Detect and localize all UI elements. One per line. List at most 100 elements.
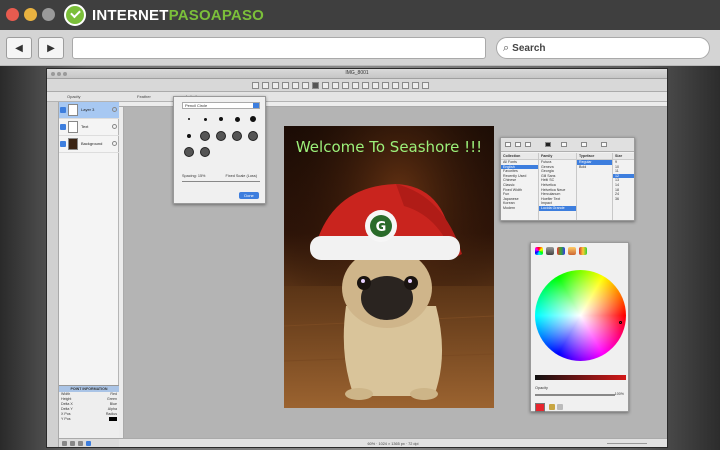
zoom-slider[interactable] <box>607 443 647 444</box>
brush-item[interactable] <box>214 112 228 126</box>
color-wheel-cursor[interactable] <box>619 321 622 324</box>
eraser-tool-icon[interactable] <box>332 82 339 89</box>
font-action-icon[interactable] <box>601 142 607 147</box>
clone-tool-icon[interactable] <box>372 82 379 89</box>
layer-eye-icon[interactable] <box>112 141 117 146</box>
forward-button[interactable]: ▶ <box>38 37 64 59</box>
text-color-icon[interactable] <box>545 142 551 147</box>
duplicate-layer-icon[interactable] <box>70 441 75 446</box>
brush-item[interactable] <box>198 129 212 143</box>
current-color-swatch[interactable] <box>535 403 545 412</box>
image-caption: Welcome To Seashore !!! <box>295 138 483 156</box>
zoom-tool-icon[interactable] <box>402 82 409 89</box>
zoom-window-button[interactable] <box>42 8 55 21</box>
sliders-tab-icon[interactable] <box>546 247 554 255</box>
search-label: Search <box>512 42 546 54</box>
image-palette-tab-icon[interactable] <box>568 247 576 255</box>
crop-tool-icon[interactable] <box>392 82 399 89</box>
site-logo: INTERNETPASOAPASO <box>64 3 264 27</box>
opacity-option[interactable]: Opacity <box>67 94 81 99</box>
opacity-slider[interactable] <box>535 394 615 396</box>
back-button[interactable]: ◀ <box>6 37 32 59</box>
smudge-tool-icon[interactable] <box>362 82 369 89</box>
tool-options-bar: Opacity Feather Anti-alias <box>47 92 667 102</box>
color-wheel-tab-icon[interactable] <box>535 247 543 255</box>
lasso-tool-icon[interactable] <box>272 82 279 89</box>
typeface-header: Typeface <box>577 153 612 160</box>
effects-tool-icon[interactable] <box>422 82 429 89</box>
family-column: Family Futura Geneva Georgia Gill Sans H… <box>539 153 577 220</box>
layer-name: Text <box>81 124 89 129</box>
layer-thumbnail <box>68 138 78 150</box>
palettes-tab-icon[interactable] <box>557 247 565 255</box>
tool-buttons <box>252 82 429 89</box>
layer-visible-checkbox[interactable] <box>60 124 66 130</box>
pencil-tool-icon[interactable] <box>302 82 309 89</box>
bucket-tool-icon[interactable] <box>342 82 349 89</box>
font-action-icon[interactable] <box>505 142 511 147</box>
size-item[interactable]: 36 <box>613 197 634 202</box>
layer-row[interactable]: Text <box>59 119 119 136</box>
typeface-item[interactable]: Bold <box>577 165 612 170</box>
tools-toolbar <box>47 79 667 92</box>
color-wheel[interactable] <box>535 270 626 361</box>
font-action-icon[interactable] <box>581 142 587 147</box>
brush-fixed-label: Fixed Scale (Loss) <box>225 174 257 178</box>
move-tool-icon[interactable] <box>412 82 419 89</box>
brightness-slider[interactable] <box>535 375 626 380</box>
font-action-icon[interactable] <box>515 142 521 147</box>
brush-tool-icon[interactable] <box>312 82 319 89</box>
layer-eye-icon[interactable] <box>112 107 117 112</box>
info-row: Y Pos <box>59 417 119 422</box>
rect-select-tool-icon[interactable] <box>252 82 259 89</box>
spacing-slider[interactable] <box>182 181 260 182</box>
document-color-icon[interactable] <box>561 142 567 147</box>
feather-option[interactable]: Feather <box>137 94 151 99</box>
brush-item[interactable] <box>246 112 260 126</box>
layer-name: Background <box>81 141 103 146</box>
eyedropper-icon[interactable] <box>549 404 555 410</box>
add-layer-icon[interactable] <box>62 441 67 446</box>
status-text: 60% · 1024 × 1365 px · 72 dpi <box>367 442 419 446</box>
wand-tool-icon[interactable] <box>292 82 299 89</box>
layer-row[interactable]: Background <box>59 136 119 153</box>
brush-selector[interactable]: Pencil Circle <box>182 102 260 109</box>
brush-item[interactable] <box>198 145 212 159</box>
canvas-image[interactable]: G Welcome To Seashore !!! <box>284 126 494 408</box>
brush-item[interactable] <box>246 129 260 143</box>
swatch-slot-icon[interactable] <box>557 404 563 410</box>
crayons-tab-icon[interactable] <box>579 247 587 255</box>
chevron-left-icon: ◀ <box>15 42 23 54</box>
search-input[interactable]: ⌕ Search <box>496 37 710 59</box>
family-item[interactable]: Lucida Grande <box>539 205 576 211</box>
status-bar: 60% · 1024 × 1365 px · 72 dpi <box>119 438 667 447</box>
brush-done-button[interactable]: Done <box>239 192 259 199</box>
brush-item[interactable] <box>182 145 196 159</box>
address-bar[interactable] <box>72 37 486 59</box>
color-swatch <box>109 417 117 421</box>
delete-layer-icon[interactable] <box>78 441 83 446</box>
layer-eye-icon[interactable] <box>112 124 117 129</box>
brush-item[interactable] <box>198 112 212 126</box>
layer-row[interactable]: Layer 3 <box>59 102 119 119</box>
collection-column: Collection All Fonts English Favorites R… <box>501 153 539 220</box>
text-tool-icon[interactable] <box>322 82 329 89</box>
brush-item[interactable] <box>230 129 244 143</box>
gradient-tool-icon[interactable] <box>352 82 359 89</box>
brush-item[interactable] <box>182 112 196 126</box>
collection-item[interactable]: Modern <box>501 206 538 211</box>
layer-visible-checkbox[interactable] <box>60 141 66 147</box>
layer-settings-icon[interactable] <box>86 441 91 446</box>
brush-item[interactable] <box>182 129 196 143</box>
ellipse-select-tool-icon[interactable] <box>262 82 269 89</box>
minimize-window-button[interactable] <box>24 8 37 21</box>
layer-visible-checkbox[interactable] <box>60 107 66 113</box>
brush-item[interactable] <box>230 112 244 126</box>
close-window-button[interactable] <box>6 8 19 21</box>
font-action-icon[interactable] <box>525 142 531 147</box>
family-header: Family <box>539 153 576 160</box>
brush-item[interactable] <box>214 129 228 143</box>
eyedropper-tool-icon[interactable] <box>382 82 389 89</box>
app-title-bar: IMG_8001 <box>47 69 667 79</box>
polygon-lasso-tool-icon[interactable] <box>282 82 289 89</box>
